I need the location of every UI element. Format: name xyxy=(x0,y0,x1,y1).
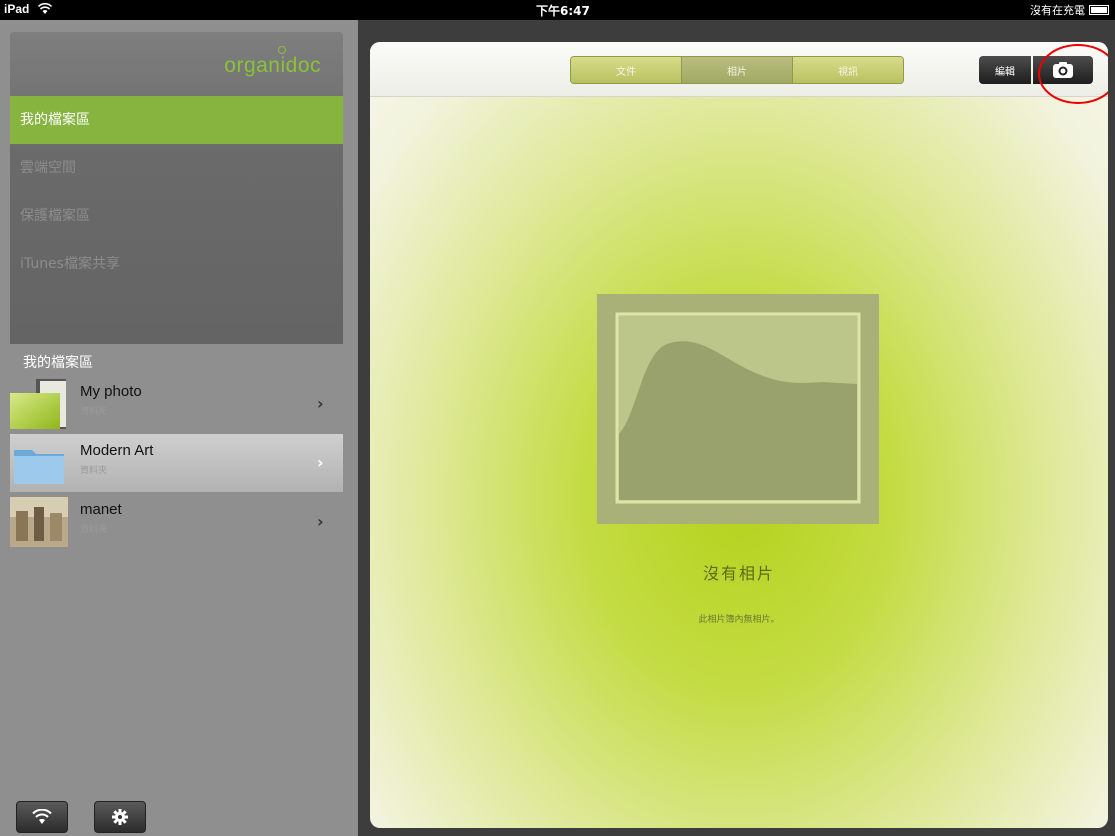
sidebar-item-label: 我的檔案區 xyxy=(20,112,90,128)
edit-button[interactable]: 編輯 xyxy=(979,56,1031,84)
annotation-circle xyxy=(1038,44,1108,104)
photo-album-thumbnail xyxy=(10,379,66,429)
file-name: manet xyxy=(80,501,122,518)
wifi-icon xyxy=(32,809,52,824)
section-title: 我的檔案區 xyxy=(23,355,93,371)
charging-status: 沒有在充電 xyxy=(1030,4,1085,17)
tab-label: 相片 xyxy=(727,66,747,78)
segmented-control: 文件 相片 視訊 xyxy=(570,56,904,84)
sidebar-item-itunes-sharing[interactable]: iTunes檔案共享 xyxy=(10,240,343,288)
tab-label: 視訊 xyxy=(838,66,858,78)
empty-state-subtitle: 此相片簿內無相片。 xyxy=(698,615,780,625)
status-bar: iPad 下午6:47 沒有在充電 xyxy=(0,0,1115,20)
folder-icon xyxy=(14,450,64,484)
content-panel: 文件 相片 視訊 編輯 沒有相片 此相片簿內無相片。 xyxy=(370,42,1108,828)
tab-label: 文件 xyxy=(616,66,636,78)
list-item-manet[interactable]: manet 資料夾 › xyxy=(10,493,343,551)
sidebar-item-label: iTunes檔案共享 xyxy=(20,256,120,272)
file-name: Modern Art xyxy=(80,442,154,459)
toolbar: 文件 相片 視訊 編輯 xyxy=(370,42,1108,104)
wifi-button[interactable] xyxy=(16,801,68,833)
device-name: iPad xyxy=(4,2,30,16)
sidebar-item-cloud[interactable]: 雲端空間 xyxy=(10,144,343,192)
battery-icon xyxy=(1089,5,1109,15)
chevron-right-icon: › xyxy=(317,394,324,413)
sidebar-item-label: 保護檔案區 xyxy=(20,208,90,224)
empty-state-title: 沒有相片 xyxy=(702,564,775,583)
chevron-right-icon: › xyxy=(317,512,324,531)
file-type: 資料夾 xyxy=(80,407,108,417)
logo-text: organidoc xyxy=(224,54,321,77)
chevron-right-icon: › xyxy=(317,453,324,472)
painting-thumbnail xyxy=(10,497,68,547)
sidebar: organidoc 我的檔案區 雲端空間 保護檔案區 iTunes檔案共享 我的… xyxy=(0,20,358,836)
status-time: 下午6:47 xyxy=(536,4,590,18)
logo-swirl-icon xyxy=(278,46,287,54)
file-name: My photo xyxy=(80,383,142,400)
sidebar-item-protected[interactable]: 保護檔案區 xyxy=(10,192,343,240)
app-logo: organidoc xyxy=(224,46,321,78)
list-item-my-photo[interactable]: My photo 資料夾 › xyxy=(10,375,343,433)
tab-photos[interactable]: 相片 xyxy=(682,57,793,83)
file-type: 資料夾 xyxy=(80,466,108,476)
list-item-modern-art[interactable]: Modern Art 資料夾 › xyxy=(10,434,343,492)
sidebar-item-label: 雲端空間 xyxy=(20,160,76,176)
main-area: 文件 相片 視訊 編輯 沒有相片 此相片簿內無相片。 xyxy=(358,20,1115,836)
tab-documents[interactable]: 文件 xyxy=(571,57,682,83)
tab-videos[interactable]: 視訊 xyxy=(793,57,903,83)
sidebar-item-my-files[interactable]: 我的檔案區 xyxy=(10,96,343,144)
empty-photo-placeholder-icon xyxy=(597,294,879,524)
file-type: 資料夾 xyxy=(80,525,108,535)
settings-button[interactable] xyxy=(94,801,146,833)
gear-icon xyxy=(112,809,128,825)
edit-label: 編輯 xyxy=(995,66,1015,78)
wifi-icon xyxy=(38,3,52,14)
